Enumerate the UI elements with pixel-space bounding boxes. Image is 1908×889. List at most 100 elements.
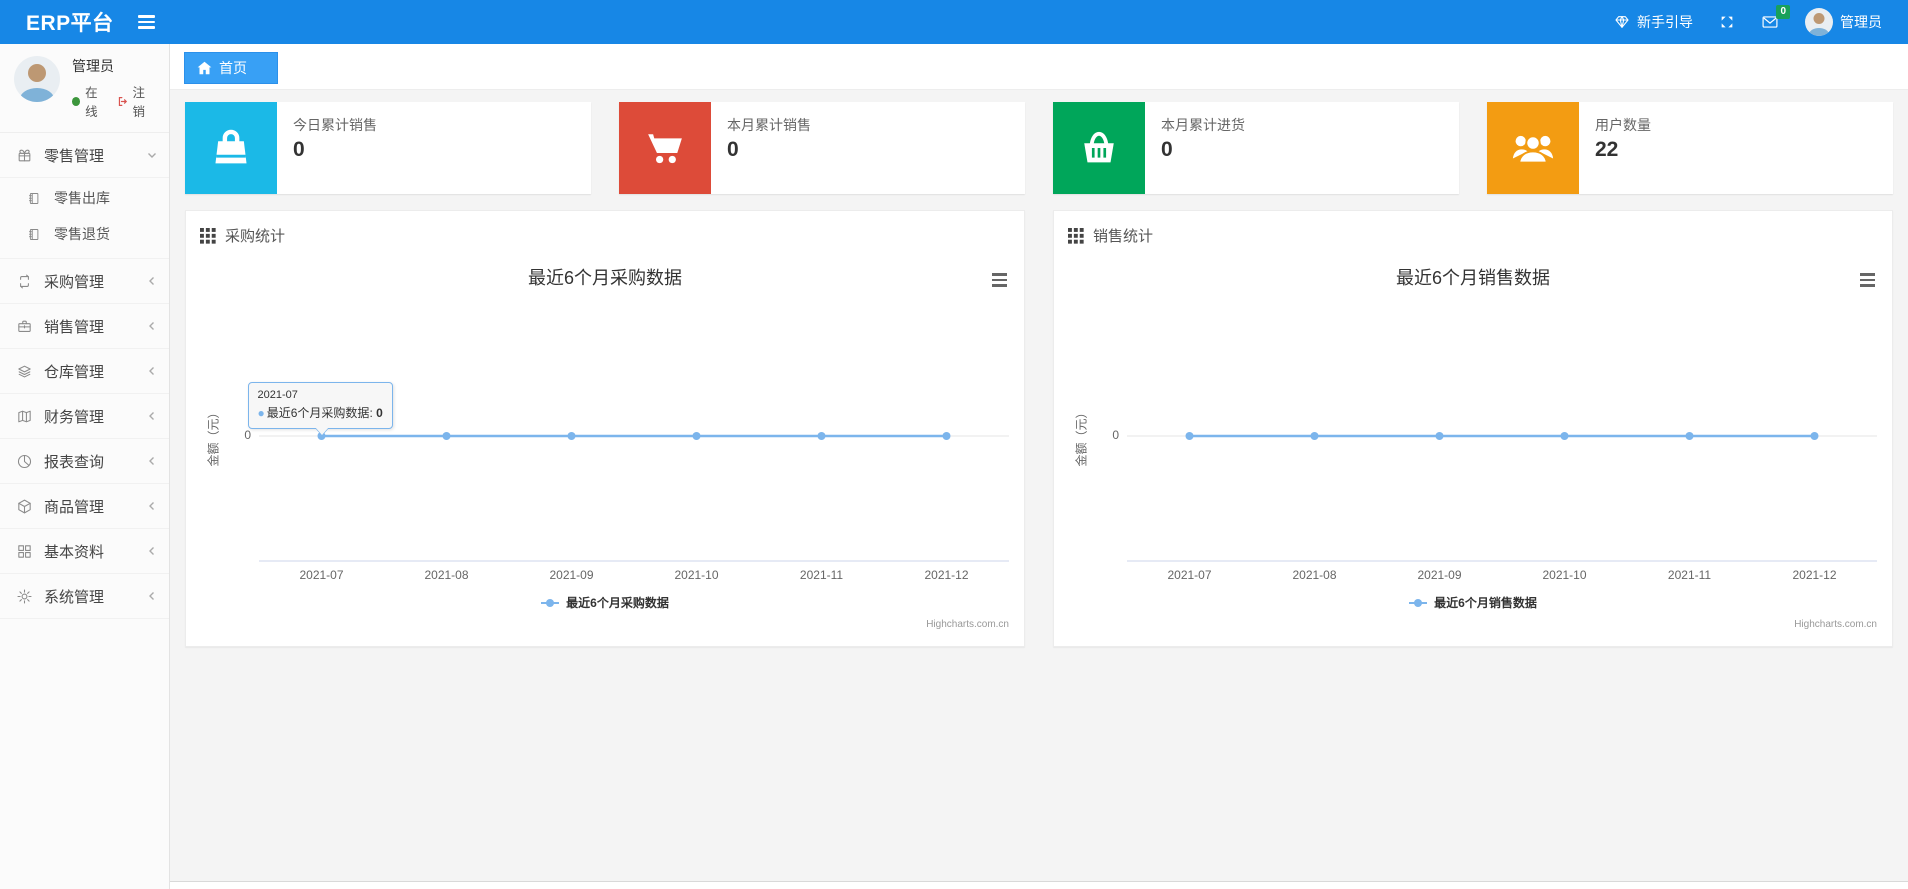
stat-card-value: 0	[293, 138, 305, 161]
tab-home[interactable]: 首页	[184, 52, 278, 84]
fullscreen-button[interactable]	[1719, 14, 1735, 30]
journal-icon	[26, 191, 44, 206]
top-navbar: ERP平台 新手引导 0 管理员	[0, 0, 1908, 44]
sidebar-subitem-label: 零售出库	[54, 190, 110, 206]
briefcase-icon	[16, 318, 34, 335]
tooltip-series-name: 最近6个月采购数据	[266, 406, 370, 420]
x-axis-label: 2021-09	[549, 568, 594, 582]
chevron-left-icon	[147, 411, 157, 421]
sidebar-toggle-button[interactable]	[137, 15, 155, 29]
cart-icon	[619, 102, 711, 194]
gem-icon	[1614, 14, 1630, 30]
ledger-icon	[16, 408, 34, 425]
stat-card-1[interactable]: 本月累计销售 0	[619, 102, 1025, 194]
x-axis-label: 2021-08	[1292, 568, 1337, 582]
y-axis-title: 金额（元）	[1074, 406, 1089, 467]
stat-card-text: 用户数量 22	[1579, 102, 1651, 194]
highcharts-credit[interactable]: Highcharts.com.cn	[1794, 619, 1877, 630]
sidebar-user-panel: 管理员 在线 注销	[0, 44, 169, 133]
logout-link[interactable]: 注销	[117, 82, 155, 120]
logout-icon	[118, 96, 127, 106]
stat-card-value: 0	[1161, 138, 1173, 161]
sidebar-subitem-label: 零售退货	[54, 226, 110, 242]
sidebar-item-5[interactable]: 报表查询	[0, 439, 169, 484]
user-menu[interactable]: 管理员	[1805, 8, 1882, 36]
sidebar-avatar	[14, 56, 60, 102]
panel-title: 销售统计	[1093, 228, 1154, 245]
sidebar-subitem-0-1[interactable]: 零售退货	[0, 216, 169, 252]
online-status-dot	[72, 96, 81, 106]
sidebar-item-1[interactable]: 采购管理	[0, 259, 169, 304]
sidebar-menu-group: 零售管理零售出库零售退货	[0, 133, 169, 259]
chart-1: 最近6个月销售数据 2021-07 2021-08 2021-09 2021-10 202…	[1054, 256, 1892, 646]
sidebar-item-label: 商品管理	[44, 498, 105, 516]
sidebar-menu-group: 采购管理	[0, 259, 169, 304]
sidebar-user-name: 管理员	[72, 58, 114, 74]
sidebar: 管理员 在线 注销 零售管理零售出库零售退货采购管理销售管理 仓库管理 财务管理报表…	[0, 44, 170, 889]
journal-icon	[26, 227, 44, 242]
stat-card-value: 0	[727, 138, 739, 161]
package-icon	[16, 498, 34, 515]
shopping-bag-icon	[185, 102, 277, 194]
sidebar-item-3[interactable]: 仓库管理	[0, 349, 169, 394]
chart-0: 最近6个月采购数据 2021-07 2021-08 2021-09 2021-10 202…	[186, 256, 1024, 646]
chevron-left-icon	[147, 321, 157, 331]
user-avatar	[1805, 8, 1833, 36]
grid-panel-icon	[200, 227, 216, 244]
chart-panels-row: 采购统计最近6个月采购数据 2021-07 2021-08 2021-09 2021-1…	[185, 210, 1893, 647]
panel-header: 销售统计	[1054, 211, 1892, 256]
x-axis-label: 2021-10	[1542, 568, 1587, 582]
sidebar-item-label: 采购管理	[44, 273, 105, 291]
panel-0: 采购统计 最近6个月采购数据 2021-07 2021-08 2021-09 2021-1…	[185, 210, 1025, 647]
chart-tooltip: 2021-07 ● 最近6个月采购数据: 0	[247, 382, 393, 436]
stat-card-2[interactable]: 本月累计进货 0	[1053, 102, 1459, 194]
tooltip-value: 0	[376, 406, 383, 420]
panel-header: 采购统计	[186, 211, 1024, 256]
chevron-left-icon	[147, 591, 157, 601]
layers-icon	[16, 363, 34, 380]
x-axis-label: 2021-07	[1167, 568, 1212, 582]
sidebar-menu-group: 仓库管理	[0, 349, 169, 394]
sidebar-item-7[interactable]: 基本资料	[0, 529, 169, 574]
x-axis-label: 2021-10	[674, 568, 719, 582]
sidebar-item-2[interactable]: 销售管理	[0, 304, 169, 349]
highcharts-credit[interactable]: Highcharts.com.cn	[926, 619, 1009, 630]
sidebar-item-8[interactable]: 系统管理	[0, 574, 169, 619]
x-axis-label: 2021-11	[799, 568, 844, 582]
panel-title: 采购统计	[225, 228, 286, 245]
x-axis-label: 2021-09	[1417, 568, 1462, 582]
sidebar-item-0[interactable]: 零售管理	[0, 133, 169, 178]
tooltip-arrow	[314, 426, 329, 435]
sidebar-item-label: 报表查询	[44, 453, 105, 471]
sidebar-menu-group: 销售管理	[0, 304, 169, 349]
sidebar-item-label: 零售管理	[44, 147, 105, 165]
stat-card-label: 本月累计进货	[1161, 117, 1245, 133]
message-count-badge: 0	[1776, 5, 1790, 19]
sidebar-item-6[interactable]: 商品管理	[0, 484, 169, 529]
chevron-left-icon	[147, 546, 157, 556]
sidebar-item-4[interactable]: 财务管理	[0, 394, 169, 439]
sidebar-subitem-0-0[interactable]: 零售出库	[0, 180, 169, 216]
expand-arrows-icon	[1721, 16, 1733, 28]
stat-card-3[interactable]: 用户数量 22	[1487, 102, 1893, 194]
grid-icon	[16, 543, 34, 560]
guide-link[interactable]: 新手引导	[1614, 12, 1693, 32]
guide-label: 新手引导	[1637, 14, 1693, 30]
chevron-left-icon	[147, 501, 157, 511]
panel-1: 销售统计最近6个月销售数据 2021-07 2021-08 2021-09 2021-1…	[1053, 210, 1893, 647]
x-axis-label: 2021-11	[1667, 568, 1712, 582]
breadcrumb: 首页	[170, 44, 1908, 90]
users-icon	[1487, 102, 1579, 194]
chart-legend[interactable]: 最近6个月销售数据	[1054, 594, 1892, 611]
stat-card-0[interactable]: 今日累计销售 0	[185, 102, 591, 194]
stat-card-label: 本月累计销售	[727, 117, 811, 133]
home-icon	[197, 61, 212, 75]
chart-legend[interactable]: 最近6个月采购数据	[186, 594, 1024, 611]
messages-button[interactable]: 0	[1761, 5, 1790, 30]
repeat-icon	[16, 273, 34, 290]
sidebar-menu: 零售管理零售出库零售退货采购管理销售管理 仓库管理 财务管理报表查询商品管理基本资料…	[0, 133, 169, 619]
app-brand: ERP平台	[26, 12, 114, 35]
y-axis-title: 金额（元）	[206, 406, 221, 467]
gift-icon	[16, 147, 34, 164]
online-status-label: 在线	[85, 86, 98, 119]
